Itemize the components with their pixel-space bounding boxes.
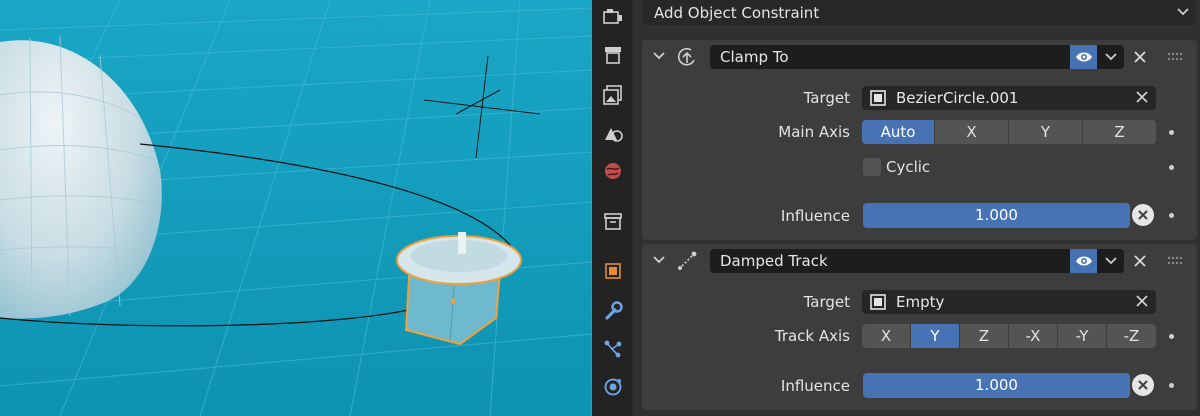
particles-icon	[604, 340, 622, 358]
delete-constraint-button[interactable]	[1130, 251, 1150, 271]
add-object-constraint-button[interactable]: Add Object Constraint	[643, 0, 1196, 25]
output-tab[interactable]	[600, 82, 626, 108]
scene-icon	[605, 163, 621, 179]
physics-tab[interactable]	[600, 374, 626, 400]
damped-track-icon	[678, 251, 697, 270]
drag-handle-icon[interactable]	[1167, 256, 1183, 266]
collection-tab[interactable]	[600, 208, 626, 234]
object-data-icon	[870, 294, 886, 310]
target-value: Empty	[896, 293, 945, 311]
chevron-down-icon	[1104, 53, 1117, 61]
influence-slider[interactable]: 1.000	[863, 373, 1130, 398]
visibility-toggle[interactable]	[1070, 45, 1097, 69]
track-axis-option-neg-y[interactable]: -Y	[1058, 324, 1107, 348]
disable-keep-transform-button[interactable]	[1132, 374, 1154, 396]
object-icon	[605, 263, 621, 279]
tool-tab[interactable]	[600, 4, 626, 30]
eye-icon	[1075, 52, 1092, 62]
visibility-toggle[interactable]	[1070, 249, 1097, 273]
target-value: BezierCircle.001	[896, 89, 1019, 107]
main-axis-label: Main Axis	[778, 123, 850, 141]
close-icon	[1134, 255, 1146, 267]
close-icon	[1138, 380, 1148, 390]
cyclic-label: Cyclic	[886, 158, 931, 176]
clamp-to-icon	[677, 47, 695, 66]
chevron-down-icon	[1104, 257, 1117, 265]
track-axis-option-z[interactable]: Z	[960, 324, 1009, 348]
target-field[interactable]: BezierCircle.001	[862, 86, 1156, 110]
delete-constraint-button[interactable]	[1130, 47, 1150, 67]
animate-property-dot[interactable]	[1169, 130, 1174, 135]
influence-label: Influence	[780, 377, 850, 395]
clamp-to-constraint-panel: Clamp To Target BezierCircle.001 Main Ax…	[642, 40, 1197, 240]
modifier-tab[interactable]	[600, 298, 626, 324]
track-axis-option-x[interactable]: X	[862, 324, 911, 348]
particles-tab[interactable]	[600, 336, 626, 362]
influence-label: Influence	[780, 207, 850, 225]
animate-property-dot[interactable]	[1169, 213, 1174, 218]
damped-track-constraint-panel: Damped Track Target Empty Track Axis X Y…	[642, 244, 1197, 410]
view-layer-tab[interactable]	[600, 120, 626, 146]
cyclic-checkbox[interactable]	[863, 158, 881, 176]
constraint-menu-dropdown[interactable]	[1097, 249, 1124, 273]
viewport-scene	[0, 0, 592, 416]
object-tab[interactable]	[600, 258, 626, 284]
collapse-chevron-icon[interactable]	[652, 49, 666, 63]
eye-icon	[1075, 256, 1092, 266]
collection-icon	[604, 213, 622, 230]
animate-property-dot[interactable]	[1169, 383, 1174, 388]
target-field[interactable]: Empty	[862, 290, 1156, 314]
track-axis-selector: X Y Z -X -Y -Z	[862, 324, 1156, 348]
scene-tab[interactable]	[600, 158, 626, 184]
render-icon	[605, 47, 621, 64]
animate-property-dot[interactable]	[1169, 165, 1174, 170]
influence-slider[interactable]: 1.000	[863, 203, 1130, 228]
main-axis-option-auto[interactable]: Auto	[862, 120, 935, 144]
constraint-header: Damped Track	[642, 244, 1197, 278]
animate-property-dot[interactable]	[1169, 334, 1174, 339]
track-axis-label: Track Axis	[774, 327, 850, 345]
output-icon	[603, 85, 622, 105]
constraint-name-field[interactable]: Damped Track	[710, 249, 1070, 273]
constraint-header: Clamp To	[642, 40, 1197, 74]
properties-tab-bar	[592, 0, 633, 416]
properties-editor: Add Object Constraint Clamp To Target Be…	[633, 0, 1200, 416]
main-axis-option-x[interactable]: X	[935, 120, 1009, 144]
disable-keep-transform-button[interactable]	[1132, 204, 1154, 226]
track-axis-option-y[interactable]: Y	[911, 324, 960, 348]
close-icon	[1138, 210, 1148, 220]
tool-icon	[603, 9, 622, 24]
constraint-menu-dropdown[interactable]	[1097, 45, 1124, 69]
target-label: Target	[803, 293, 850, 311]
main-axis-option-z[interactable]: Z	[1083, 120, 1156, 144]
view-layer-icon	[605, 128, 623, 142]
clear-target-icon[interactable]	[1136, 295, 1148, 307]
wrench-icon	[605, 301, 623, 320]
collapse-chevron-icon[interactable]	[652, 253, 666, 267]
add-object-constraint-label: Add Object Constraint	[654, 3, 820, 22]
track-axis-option-neg-x[interactable]: -X	[1009, 324, 1058, 348]
physics-icon	[604, 378, 622, 396]
3d-viewport[interactable]	[0, 0, 592, 416]
chevron-down-icon	[1177, 8, 1189, 16]
main-axis-option-y[interactable]: Y	[1009, 120, 1083, 144]
drag-handle-icon[interactable]	[1167, 52, 1183, 62]
object-data-icon	[870, 90, 886, 106]
render-tab[interactable]	[600, 42, 626, 68]
main-axis-selector: Auto X Y Z	[862, 120, 1156, 144]
target-label: Target	[803, 89, 850, 107]
track-axis-option-neg-z[interactable]: -Z	[1107, 324, 1156, 348]
constraint-name-field[interactable]: Clamp To	[710, 45, 1070, 69]
close-icon	[1134, 51, 1146, 63]
clear-target-icon[interactable]	[1136, 91, 1148, 103]
